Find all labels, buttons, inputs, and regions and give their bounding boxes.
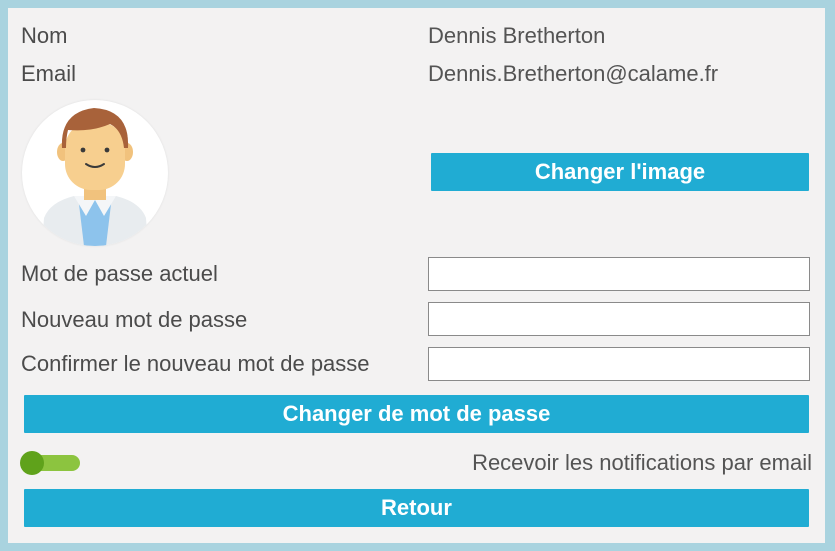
avatar [22,100,168,246]
email-label: Email [21,61,77,86]
doctor-avatar-icon [42,108,148,246]
email-value: Dennis.Bretherton@calame.fr [428,61,719,86]
name-value: Dennis Bretherton [428,23,606,48]
change-password-button[interactable]: Changer de mot de passe [24,395,809,433]
new-password-label: Nouveau mot de passe [21,307,248,332]
current-password-label: Mot de passe actuel [21,261,218,286]
toggle-knob [20,451,44,475]
confirm-password-input[interactable] [428,347,810,381]
change-image-button[interactable]: Changer l'image [431,153,809,191]
email-notifications-toggle[interactable] [20,451,82,475]
back-button[interactable]: Retour [24,489,809,527]
current-password-input[interactable] [428,257,810,291]
confirm-password-label: Confirmer le nouveau mot de passe [21,351,370,376]
new-password-input[interactable] [428,302,810,336]
name-label: Nom [21,23,68,48]
email-notifications-label: Recevoir les notifications par email [472,450,812,475]
